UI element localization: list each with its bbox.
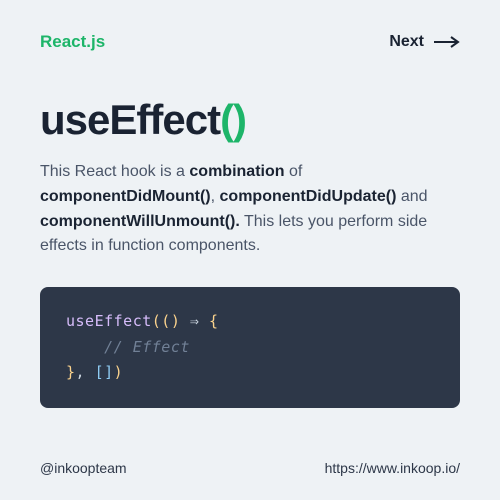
next-button[interactable]: Next: [389, 33, 460, 51]
page-title: useEffect(): [40, 96, 460, 144]
description-text: This React hook is a combination of comp…: [40, 160, 460, 259]
social-handle: @inkoopteam: [40, 460, 127, 476]
hook-parens: (): [220, 96, 246, 143]
next-label: Next: [389, 33, 424, 51]
website-url: https://www.inkoop.io/: [325, 460, 460, 476]
hook-name: useEffect: [40, 96, 220, 143]
arrow-right-icon: [434, 36, 460, 48]
brand-label: React.js: [40, 32, 105, 52]
footer: @inkoopteam https://www.inkoop.io/: [40, 444, 460, 476]
code-block: useEffect(() ⇒ { // Effect }, []): [40, 287, 460, 408]
header: React.js Next: [40, 32, 460, 52]
